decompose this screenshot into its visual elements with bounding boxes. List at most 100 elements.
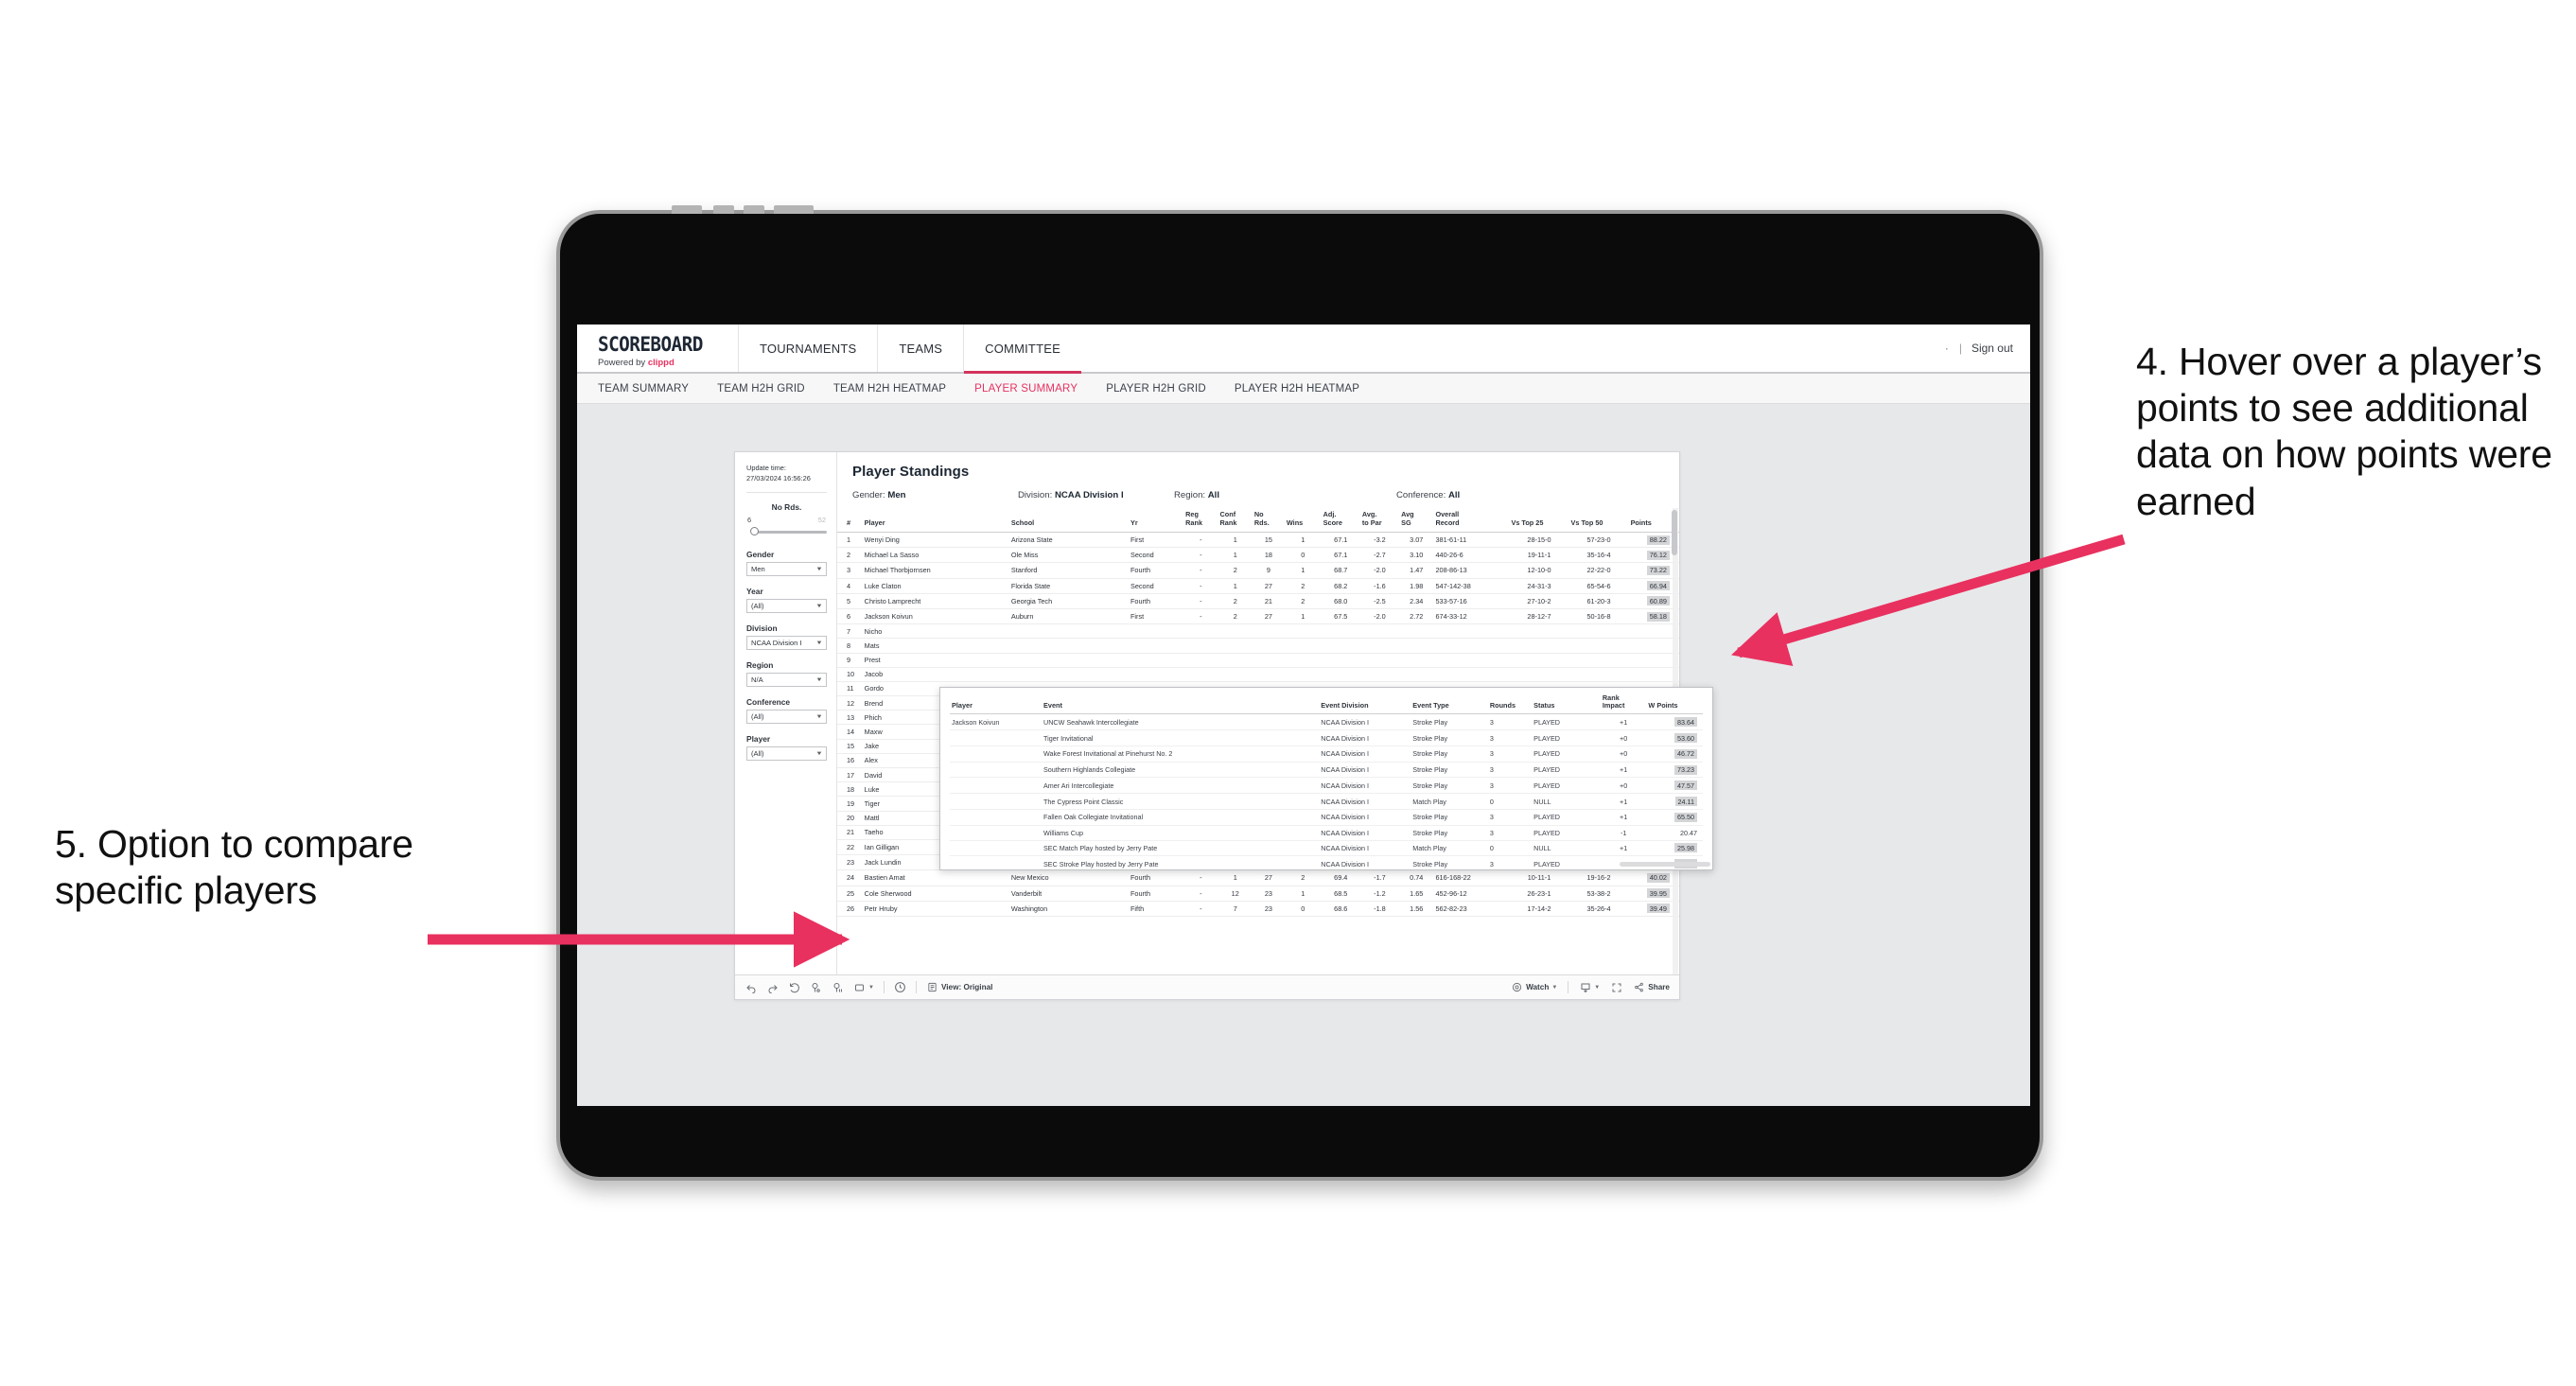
tooltip-scrollbar[interactable]: [1620, 862, 1710, 867]
col-yr[interactable]: Yr: [1128, 508, 1184, 533]
table-scrollbar-thumb[interactable]: [1672, 510, 1677, 555]
cell-points[interactable]: [1628, 653, 1679, 668]
col-school[interactable]: School: [1008, 508, 1129, 533]
filter-year-select[interactable]: (All) ▼: [746, 599, 827, 614]
cell-points[interactable]: 39.95: [1628, 886, 1679, 902]
col-wins[interactable]: Wins: [1284, 508, 1322, 533]
chevron-down-icon: ▼: [815, 603, 823, 609]
col-rank[interactable]: #: [837, 508, 863, 533]
table-row[interactable]: 9 Prest: [837, 653, 1679, 668]
cell-conf: 1: [1218, 547, 1253, 564]
tooltip-cell-type: Stroke Play: [1411, 762, 1488, 779]
table-row[interactable]: 8 Mats: [837, 638, 1679, 654]
filter-conference-select[interactable]: (All) ▼: [746, 710, 827, 725]
col-avg-to-par[interactable]: Avg. to Par: [1359, 508, 1400, 533]
cell-n: 12: [837, 695, 863, 711]
table-row[interactable]: 26 Petr Hruby Washington Fifth -7 23 0 68.6 -1.8…: [837, 901, 1679, 917]
standings-header-row: # Player School Yr Reg Rank Conf Rank No Rd…: [837, 508, 1679, 533]
col-sg-l1: Avg: [1401, 510, 1414, 518]
filter-year: Year (All) ▼: [746, 587, 827, 614]
undo-icon[interactable]: [745, 981, 757, 993]
filter-gender: Gender Men ▼: [746, 550, 827, 577]
cell-n: 20: [837, 811, 863, 826]
nav-item-teams[interactable]: TEAMS: [877, 325, 963, 372]
col-no-rds[interactable]: No Rds.: [1252, 508, 1285, 533]
table-row[interactable]: 6 Jackson Koivun Auburn First -2 27 1 67.5 -2.0 2…: [837, 608, 1679, 625]
col-player[interactable]: Player: [862, 508, 1009, 533]
table-row[interactable]: 1 Wenyi Ding Arizona State First -1 15 1 67.1 -3…: [837, 532, 1679, 549]
slider-handle[interactable]: [750, 527, 759, 536]
redo-icon[interactable]: [766, 981, 779, 993]
tooltip-cell-impact: +1: [1600, 713, 1647, 731]
subnav-player-h2h-grid[interactable]: PLAYER H2H GRID: [1106, 383, 1206, 395]
col-avg-sg[interactable]: Avg SG: [1399, 508, 1434, 533]
download-button[interactable]: ▼: [1579, 981, 1600, 993]
filter-division-select[interactable]: NCAA Division I ▼: [746, 636, 827, 651]
cell-conf: [1218, 653, 1253, 668]
subnav-team-summary[interactable]: TEAM SUMMARY: [598, 383, 689, 395]
filter-gender-label: Gender: [746, 550, 775, 560]
cell-points[interactable]: 40.02: [1628, 869, 1679, 886]
table-row[interactable]: 7 Nicho: [837, 623, 1679, 640]
no-rounds-slider[interactable]: [746, 527, 827, 536]
cell-points[interactable]: [1628, 638, 1679, 654]
nav-item-committee[interactable]: COMMITTEE: [963, 325, 1081, 374]
col-conf-rank[interactable]: Conf Rank: [1218, 508, 1253, 533]
refresh-icon[interactable]: [810, 981, 822, 993]
cell-points[interactable]: 60.89: [1628, 593, 1679, 609]
filter-player-select[interactable]: (All) ▼: [746, 746, 827, 762]
table-row[interactable]: 25 Cole Sherwood Vanderbilt Fourth -12 23 1 68.…: [837, 886, 1679, 902]
cell-adj: [1321, 667, 1360, 682]
fullscreen-icon[interactable]: [1610, 981, 1622, 993]
cell-t50: 50-16-8: [1568, 608, 1629, 625]
col-overall-record[interactable]: Overall Record: [1433, 508, 1510, 533]
standings-table-head: # Player School Yr Reg Rank Conf Rank No Rd…: [837, 508, 1679, 533]
subnav-player-summary[interactable]: PLAYER SUMMARY: [974, 383, 1078, 395]
new-worksheet-button[interactable]: ▼: [853, 981, 874, 993]
revert-icon[interactable]: [788, 981, 800, 993]
cell-wins: 1: [1284, 532, 1322, 549]
table-row[interactable]: 24 Bastien Amat New Mexico Fourth -1 27 2 69.4-…: [837, 869, 1679, 886]
pause-auto-update-icon[interactable]: [832, 981, 844, 993]
table-row[interactable]: 2 Michael La Sasso Ole Miss Second -1 18 0 67.1…: [837, 547, 1679, 564]
cell-points[interactable]: 73.22: [1628, 562, 1679, 579]
view-original-button[interactable]: View: Original: [926, 981, 992, 993]
cell-conf: 1: [1218, 532, 1253, 549]
cell-points[interactable]: [1628, 623, 1679, 640]
cell-points[interactable]: [1628, 667, 1679, 682]
col-reg-rank[interactable]: Reg Rank: [1183, 508, 1218, 533]
nav-item-tournaments[interactable]: TOURNAMENTS: [738, 325, 877, 372]
account-name-truncated: ·: [1944, 342, 1950, 355]
cell-reg: [1183, 653, 1218, 668]
brand-logo[interactable]: SCOREBOARD Powered by clippd: [577, 325, 738, 372]
filter-region-select[interactable]: N/A ▼: [746, 673, 827, 688]
col-vs-top-50[interactable]: Vs Top 50: [1568, 508, 1629, 533]
watch-label: Watch: [1526, 983, 1550, 991]
cell-points[interactable]: 39.49: [1628, 901, 1679, 917]
subnav-team-h2h-heatmap[interactable]: TEAM H2H HEATMAP: [833, 383, 946, 395]
cell-points[interactable]: 66.94: [1628, 578, 1679, 594]
table-row[interactable]: 5 Christo Lamprecht Georgia Tech Fourth -2 21…: [837, 593, 1679, 609]
cell-reg: [1183, 638, 1218, 654]
col-rec-l2: Record: [1435, 518, 1460, 527]
filter-division-label: Division: [746, 623, 778, 634]
cell-points[interactable]: 58.18: [1628, 608, 1679, 625]
filter-gender-select[interactable]: Men ▼: [746, 562, 827, 577]
w-points-chip: 53.60: [1674, 733, 1697, 744]
cell-reg: -: [1183, 547, 1218, 564]
cell-n: 23: [837, 854, 863, 871]
col-adj-score[interactable]: Adj. Score: [1321, 508, 1360, 533]
filter-player: Player (All) ▼: [746, 734, 827, 762]
table-row[interactable]: 10 Jacob: [837, 667, 1679, 682]
table-row[interactable]: 4 Luke Claton Florida State Second -1 27 2 68.2…: [837, 578, 1679, 594]
cell-t50: 53-38-2: [1568, 886, 1629, 902]
col-vs-top-25[interactable]: Vs Top 25: [1509, 508, 1569, 533]
subnav-team-h2h-grid[interactable]: TEAM H2H GRID: [717, 383, 805, 395]
subnav-player-h2h-heatmap[interactable]: PLAYER H2H HEATMAP: [1235, 383, 1359, 395]
watch-button[interactable]: Watch ▼: [1511, 981, 1557, 993]
sidebar-divider: [746, 492, 827, 494]
table-row[interactable]: 3 Michael Thorbjornsen Stanford Fourth -2 9 1 6…: [837, 562, 1679, 579]
sign-out-link[interactable]: Sign out: [1971, 342, 2013, 355]
share-button[interactable]: Share: [1633, 981, 1670, 993]
pause-clock-icon[interactable]: [894, 981, 906, 993]
